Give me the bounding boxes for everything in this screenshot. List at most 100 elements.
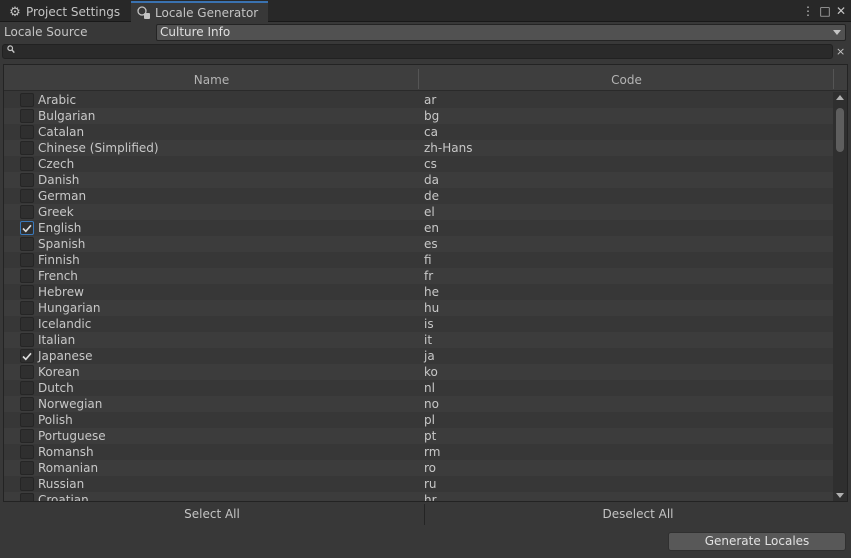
tab-project-settings[interactable]: ⚙ Project Settings: [2, 2, 128, 22]
locale-code: pl: [424, 413, 435, 427]
table-row[interactable]: German de: [4, 188, 833, 204]
table-row[interactable]: Hebrew he: [4, 284, 833, 300]
table-row[interactable]: Italian it: [4, 332, 833, 348]
table-row[interactable]: Romansh rm: [4, 444, 833, 460]
locale-checkbox[interactable]: [20, 285, 34, 299]
locale-checkbox[interactable]: [20, 253, 34, 267]
locale-name: Bulgarian: [38, 109, 96, 123]
locale-name: Spanish: [38, 237, 86, 251]
table-row[interactable]: English en: [4, 220, 833, 236]
table-row[interactable]: Spanish es: [4, 236, 833, 252]
locale-checkbox[interactable]: [20, 493, 34, 501]
deselect-all-button[interactable]: Deselect All: [425, 504, 851, 525]
column-header-code[interactable]: Code: [420, 65, 833, 91]
locale-name: English: [38, 221, 82, 235]
locale-name: Greek: [38, 205, 74, 219]
vertical-scrollbar[interactable]: [833, 92, 847, 501]
locale-checkbox[interactable]: [20, 109, 34, 123]
locale-checkbox[interactable]: [20, 237, 34, 251]
generate-locales-button[interactable]: Generate Locales: [668, 532, 846, 551]
column-header-name[interactable]: Name: [4, 65, 419, 91]
locale-checkbox[interactable]: [20, 205, 34, 219]
more-options-icon[interactable]: ⋮: [801, 3, 815, 19]
locale-checkbox[interactable]: [20, 301, 34, 315]
locale-checkbox[interactable]: [20, 333, 34, 347]
locale-checkbox[interactable]: [20, 397, 34, 411]
scroll-up-icon[interactable]: [836, 95, 844, 100]
locale-source-row: Locale Source Culture Info: [0, 23, 851, 43]
locale-code: ro: [424, 461, 437, 475]
checkmark-icon: [22, 224, 32, 232]
table-row[interactable]: Catalan ca: [4, 124, 833, 140]
locale-checkbox[interactable]: [20, 157, 34, 171]
table-row[interactable]: Japanese ja: [4, 348, 833, 364]
table-row[interactable]: Danish da: [4, 172, 833, 188]
table-row[interactable]: Dutch nl: [4, 380, 833, 396]
table-row[interactable]: Chinese (Simplified) zh-Hans: [4, 140, 833, 156]
scroll-down-icon[interactable]: [836, 493, 844, 498]
locale-checkbox[interactable]: [20, 93, 34, 107]
locale-name: Hungarian: [38, 301, 101, 315]
locale-name: Korean: [38, 365, 80, 379]
locale-code: hr: [424, 493, 437, 502]
table-row[interactable]: Norwegian no: [4, 396, 833, 412]
search-field[interactable]: [2, 44, 833, 59]
table-row[interactable]: Arabic ar: [4, 92, 833, 108]
locale-code: hu: [424, 301, 440, 315]
close-icon[interactable]: ✕: [834, 3, 848, 19]
locale-name: Romanian: [38, 461, 99, 475]
locale-code: is: [424, 317, 434, 331]
table-row[interactable]: Korean ko: [4, 364, 833, 380]
table-row[interactable]: Bulgarian bg: [4, 108, 833, 124]
table-row[interactable]: Finnish fi: [4, 252, 833, 268]
locale-source-value: Culture Info: [160, 25, 231, 39]
locale-checkbox[interactable]: [20, 317, 34, 331]
table-row[interactable]: Czech cs: [4, 156, 833, 172]
locale-name: Danish: [38, 173, 80, 187]
locale-checkbox[interactable]: [20, 445, 34, 459]
locale-checkbox[interactable]: [20, 221, 34, 235]
locale-name: Romansh: [38, 445, 94, 459]
table-row[interactable]: Icelandic is: [4, 316, 833, 332]
table-row[interactable]: Romanian ro: [4, 460, 833, 476]
tab-locale-generator[interactable]: Locale Generator: [131, 1, 268, 22]
locale-checkbox[interactable]: [20, 477, 34, 491]
locale-checkbox[interactable]: [20, 349, 34, 363]
locale-code: he: [424, 285, 439, 299]
locale-code: rm: [424, 445, 441, 459]
maximize-icon[interactable]: □: [818, 3, 832, 19]
column-divider[interactable]: [833, 69, 834, 89]
locale-name: Chinese (Simplified): [38, 141, 159, 155]
table-row[interactable]: Hungarian hu: [4, 300, 833, 316]
table-row[interactable]: Russian ru: [4, 476, 833, 492]
locale-checkbox[interactable]: [20, 381, 34, 395]
select-all-button[interactable]: Select All: [0, 504, 424, 525]
search-input[interactable]: [19, 45, 819, 58]
locale-name: German: [38, 189, 87, 203]
locale-code: bg: [424, 109, 440, 123]
table-row[interactable]: Greek el: [4, 204, 833, 220]
locale-checkbox[interactable]: [20, 269, 34, 283]
table-row[interactable]: Portuguese pt: [4, 428, 833, 444]
locale-source-dropdown[interactable]: Culture Info: [156, 24, 846, 41]
clear-search-icon[interactable]: ×: [836, 45, 845, 58]
locale-name: Finnish: [38, 253, 80, 267]
locale-checkbox[interactable]: [20, 365, 34, 379]
locale-name: Norwegian: [38, 397, 103, 411]
gear-icon: ⚙: [9, 4, 21, 20]
locale-name: Japanese: [38, 349, 93, 363]
locale-checkbox[interactable]: [20, 189, 34, 203]
locale-checkbox[interactable]: [20, 413, 34, 427]
locale-checkbox[interactable]: [20, 173, 34, 187]
table-row[interactable]: Croatian hr: [4, 492, 833, 502]
locale-checkbox[interactable]: [20, 429, 34, 443]
locale-code: pt: [424, 429, 437, 443]
locale-name: French: [38, 269, 78, 283]
locale-checkbox[interactable]: [20, 125, 34, 139]
column-divider[interactable]: [418, 69, 419, 89]
table-row[interactable]: Polish pl: [4, 412, 833, 428]
table-row[interactable]: French fr: [4, 268, 833, 284]
locale-checkbox[interactable]: [20, 141, 34, 155]
scroll-thumb[interactable]: [836, 108, 844, 152]
locale-checkbox[interactable]: [20, 461, 34, 475]
